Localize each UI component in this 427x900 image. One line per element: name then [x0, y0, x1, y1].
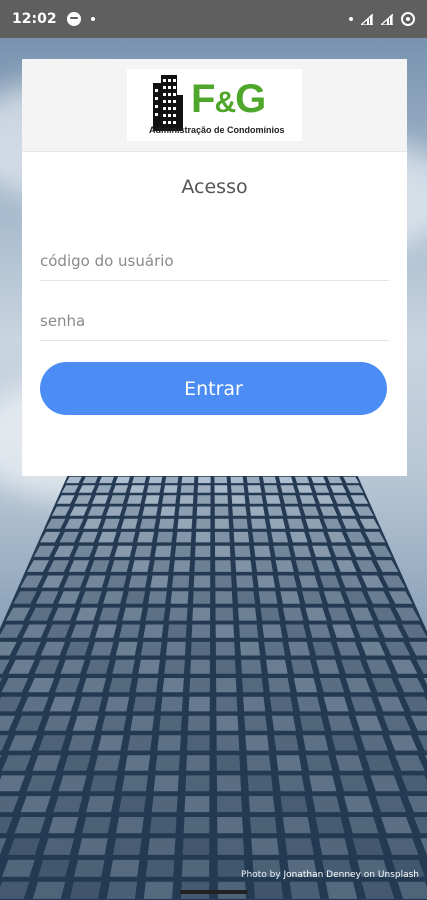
login-title: Acesso [181, 176, 248, 198]
notification-dot-icon [90, 17, 95, 21]
logo-brand: F&G [191, 77, 266, 121]
navigation-handle[interactable] [180, 890, 248, 894]
sync-icon [401, 12, 415, 26]
login-button[interactable]: Entrar [40, 362, 387, 415]
notification-dot-icon [349, 17, 353, 21]
credit-author-link[interactable]: Jonathan Denney [283, 870, 360, 880]
user-code-input[interactable] [40, 241, 389, 281]
building-facade [0, 470, 427, 900]
signal-icon [361, 13, 373, 25]
building-logo-icon [153, 75, 183, 131]
logo-subtitle: Administração de Condomínios [149, 125, 285, 135]
company-logo: F&G Administração de Condomínios [127, 69, 302, 141]
status-bar: 12:02 [0, 0, 427, 38]
photo-credit: Photo by Jonathan Denney on Unsplash [241, 870, 419, 880]
spotify-icon [66, 12, 81, 26]
signal-icon [381, 13, 393, 25]
credit-site-link[interactable]: Unsplash [378, 870, 419, 880]
login-card: F&G Administração de Condomínios Acesso … [22, 59, 407, 476]
logo-header: F&G Administração de Condomínios [22, 59, 407, 152]
status-time: 12:02 [12, 11, 57, 27]
password-input[interactable] [40, 301, 389, 341]
